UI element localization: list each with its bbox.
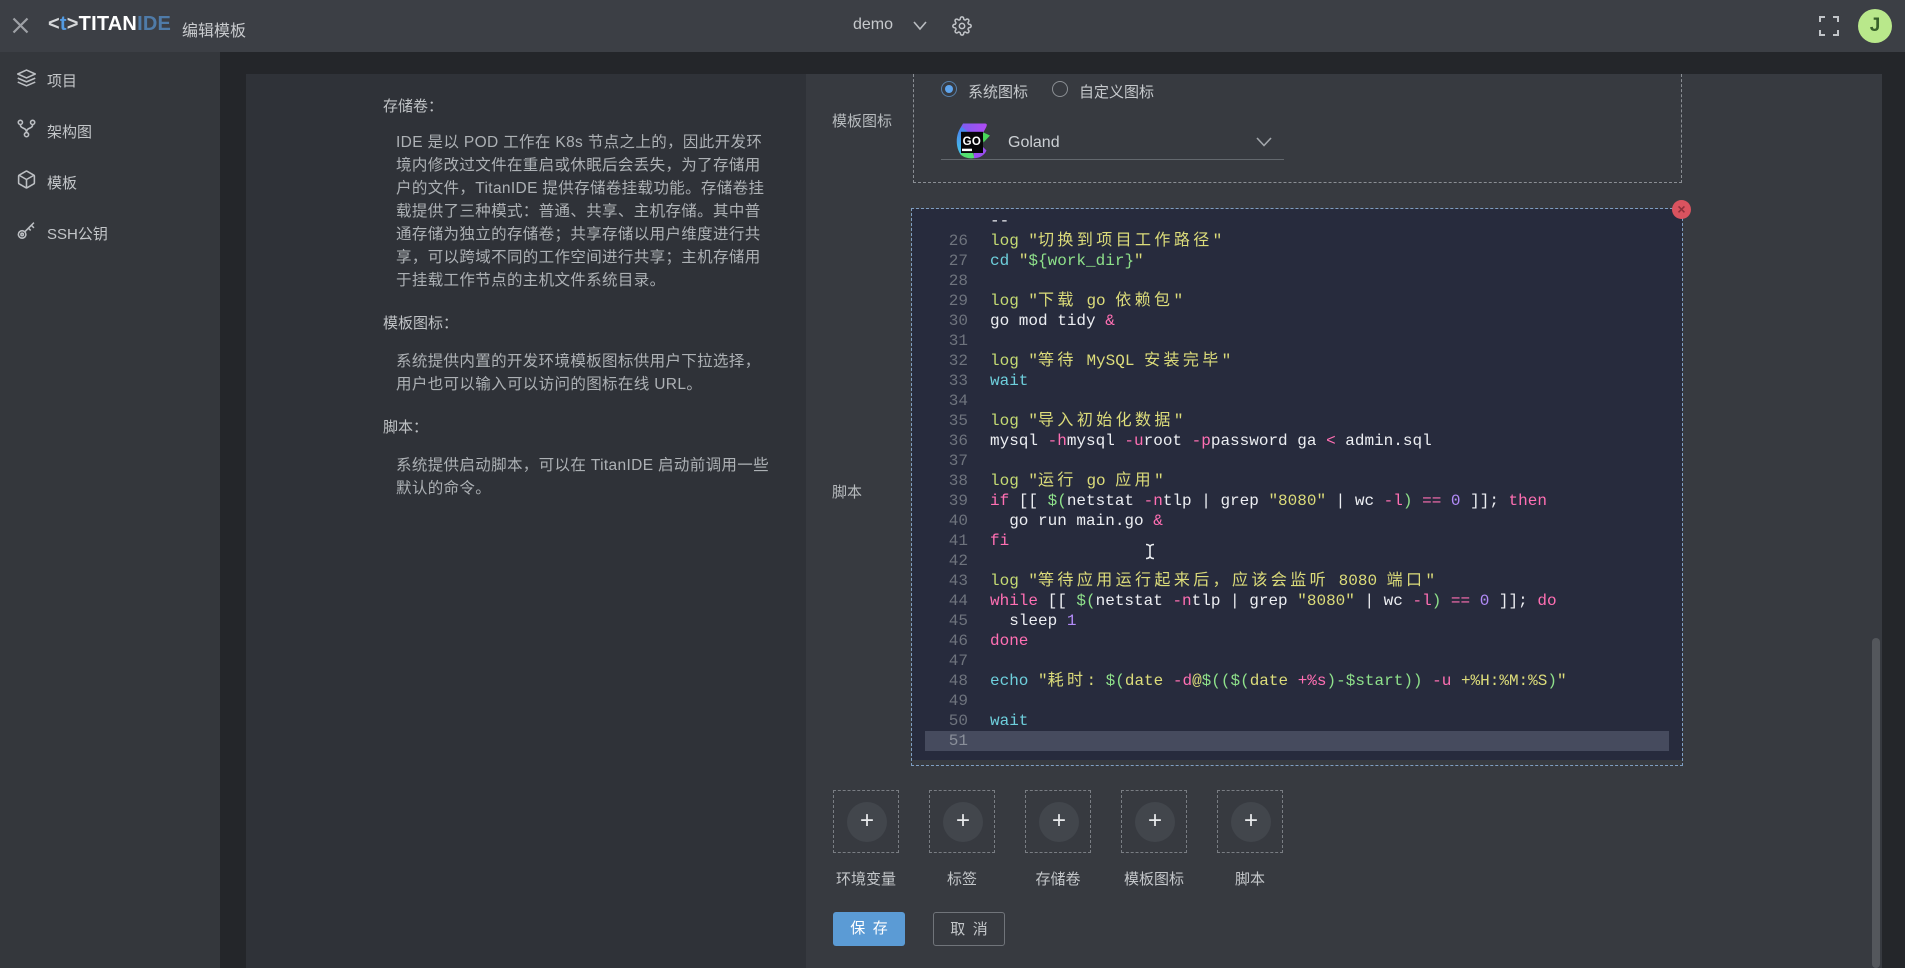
svg-text:GO: GO [963,136,982,148]
